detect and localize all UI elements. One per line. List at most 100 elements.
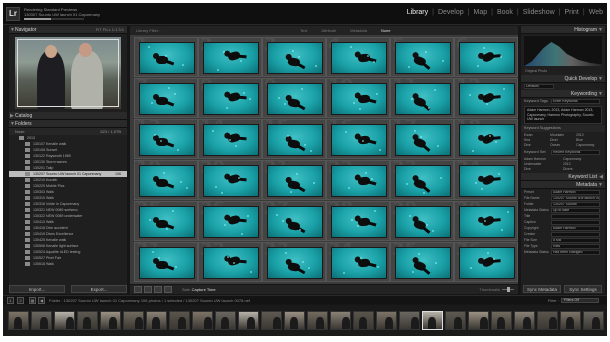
filmstrip-thumbnail[interactable] bbox=[353, 311, 374, 330]
filmstrip-thumbnail[interactable] bbox=[192, 311, 213, 330]
filmstrip-thumbnail[interactable] bbox=[284, 311, 305, 330]
back-arrow-icon[interactable]: ◀ bbox=[38, 297, 45, 304]
photo-thumbnail[interactable] bbox=[267, 165, 323, 197]
grid-cell[interactable]: 2 bbox=[198, 37, 262, 77]
quick-develop-preset[interactable]: Defaults bbox=[524, 84, 554, 89]
filmstrip-thumbnail[interactable] bbox=[560, 311, 581, 330]
filmstrip-thumbnail[interactable] bbox=[468, 311, 489, 330]
keywords-textarea[interactable]: Adam Harmon, 2013, Adam Harmon 2013, Cap… bbox=[524, 106, 602, 124]
folder-item[interactable]: 130618 Walk bbox=[9, 261, 127, 267]
photo-thumbnail[interactable] bbox=[139, 83, 195, 115]
photo-thumbnail[interactable] bbox=[139, 42, 195, 74]
grid-cell[interactable]: 15 bbox=[262, 119, 326, 159]
grid-cell[interactable]: 3 bbox=[262, 37, 326, 77]
sync-metadata-button[interactable]: Sync Metadata bbox=[523, 285, 561, 293]
metadata-value[interactable]: Adam Harmon bbox=[551, 225, 600, 231]
filmstrip-thumbnail[interactable] bbox=[445, 311, 466, 330]
grid-cell[interactable]: 30 bbox=[454, 201, 518, 241]
filmstrip-thumbnail[interactable] bbox=[422, 311, 443, 330]
photo-thumbnail[interactable] bbox=[331, 42, 387, 74]
photo-thumbnail[interactable] bbox=[395, 165, 451, 197]
filter-tab-attribute[interactable]: Attribute bbox=[321, 28, 336, 33]
photo-thumbnail[interactable] bbox=[267, 247, 323, 279]
grid-cell[interactable]: 19 bbox=[134, 160, 198, 200]
photo-thumbnail[interactable] bbox=[139, 124, 195, 156]
loupe-view-icon[interactable] bbox=[144, 286, 152, 293]
filmstrip-filter-select[interactable]: Filters Off bbox=[561, 298, 599, 303]
keyword-suggestion[interactable]: Ocean bbox=[550, 143, 576, 148]
grid-cell[interactable]: 26 bbox=[198, 201, 262, 241]
module-book[interactable]: Book bbox=[497, 9, 513, 16]
keyword-set-item[interactable]: Divers bbox=[563, 167, 602, 172]
filmstrip-thumbnail[interactable] bbox=[8, 311, 29, 330]
metadata-header[interactable]: Metadata ▼ bbox=[521, 181, 605, 189]
keyword-set-select[interactable]: Recent Keywords bbox=[551, 150, 600, 155]
photo-thumbnail[interactable] bbox=[139, 165, 195, 197]
photo-thumbnail[interactable] bbox=[459, 124, 515, 156]
photo-thumbnail[interactable] bbox=[203, 165, 259, 197]
thumbnail-size-knob[interactable] bbox=[507, 287, 511, 292]
photo-thumbnail[interactable] bbox=[331, 247, 387, 279]
grid-cell[interactable]: 7 bbox=[134, 78, 198, 118]
catalog-header[interactable]: ▶ Catalog bbox=[9, 112, 127, 120]
export-button[interactable]: Export... bbox=[71, 285, 127, 293]
sync-settings-button[interactable]: Sync Settings bbox=[564, 285, 602, 293]
photo-thumbnail[interactable] bbox=[395, 124, 451, 156]
keyword-suggestion[interactable]: Dive bbox=[524, 143, 550, 148]
metadata-value[interactable]: Has been changed bbox=[551, 249, 600, 255]
grid-cell[interactable]: 36 bbox=[454, 242, 518, 282]
keywording-header[interactable]: Keywording ▼ bbox=[521, 90, 605, 98]
photo-thumbnail[interactable] bbox=[459, 165, 515, 197]
filmstrip-thumbnail[interactable] bbox=[123, 311, 144, 330]
filmstrip-thumbnail[interactable] bbox=[215, 311, 236, 330]
module-map[interactable]: Map bbox=[473, 9, 487, 16]
histogram-header[interactable]: Histogram ▼ bbox=[521, 26, 605, 34]
grid-cell[interactable]: 12 bbox=[454, 78, 518, 118]
filmstrip-thumbnail[interactable] bbox=[399, 311, 420, 330]
module-slideshow[interactable]: Slideshow bbox=[523, 9, 555, 16]
grid-cell[interactable]: 16 bbox=[326, 119, 390, 159]
keyword-suggestion[interactable]: Caponmany bbox=[576, 143, 602, 148]
filmstrip-thumbnail[interactable] bbox=[169, 311, 190, 330]
grid-cell[interactable]: 35 bbox=[390, 242, 454, 282]
photo-thumbnail[interactable] bbox=[331, 83, 387, 115]
folders-header[interactable]: ▼ Folders bbox=[9, 120, 127, 128]
keyword-suggestions-header[interactable]: Keyword Suggestions bbox=[521, 125, 605, 132]
quick-develop-header[interactable]: Quick Develop ▼ bbox=[521, 75, 605, 83]
grid-cell[interactable]: 34 bbox=[326, 242, 390, 282]
module-print[interactable]: Print bbox=[564, 9, 578, 16]
volume-row[interactable]: Node 523 / 1,5TB bbox=[9, 128, 127, 135]
navigator-header[interactable]: ▼ Navigator FIT FILL 1:1 3:1 bbox=[9, 26, 127, 34]
grid-cell[interactable]: 17 bbox=[390, 119, 454, 159]
sort-control[interactable]: Sort: Capture Time bbox=[182, 286, 216, 293]
grid-cell[interactable]: 25 bbox=[134, 201, 198, 241]
grid-cell[interactable]: 31 bbox=[134, 242, 198, 282]
filmstrip-thumbnail[interactable] bbox=[261, 311, 282, 330]
navigator-zoom-options[interactable]: FIT FILL 1:1 3:1 bbox=[96, 26, 124, 34]
photo-thumbnail[interactable] bbox=[203, 124, 259, 156]
filmstrip-thumbnail[interactable] bbox=[583, 311, 604, 330]
keyword-list-header[interactable]: Keyword List ◀ bbox=[521, 173, 605, 181]
grid-cell[interactable]: 22 bbox=[326, 160, 390, 200]
grid-cell[interactable]: 23 bbox=[390, 160, 454, 200]
photo-thumbnail[interactable] bbox=[459, 42, 515, 74]
compare-view-icon[interactable] bbox=[154, 286, 162, 293]
grid-cell[interactable]: 5 bbox=[390, 37, 454, 77]
metadata-value[interactable]: 8 MB bbox=[551, 237, 600, 243]
filmstrip-thumbnail[interactable] bbox=[376, 311, 397, 330]
filter-tab-metadata[interactable]: Metadata bbox=[350, 28, 367, 33]
filmstrip-thumbnail[interactable] bbox=[238, 311, 259, 330]
keyword-tags-select[interactable]: Enter Keywords bbox=[551, 99, 600, 104]
metadata-value[interactable]: 130207 Suunto bbox=[551, 201, 600, 207]
photo-thumbnail[interactable] bbox=[139, 247, 195, 279]
photo-thumbnail[interactable] bbox=[459, 83, 515, 115]
photo-thumbnail[interactable] bbox=[267, 83, 323, 115]
photo-thumbnail[interactable] bbox=[331, 165, 387, 197]
photo-thumbnail[interactable] bbox=[203, 247, 259, 279]
grid-cell[interactable]: 24 bbox=[454, 160, 518, 200]
grid-cell[interactable]: 28 bbox=[326, 201, 390, 241]
filmstrip-thumbnail[interactable] bbox=[54, 311, 75, 330]
photo-thumbnail[interactable] bbox=[203, 42, 259, 74]
metadata-value[interactable]: Adam Harmon bbox=[551, 189, 600, 195]
grid-cell[interactable]: 1 bbox=[134, 37, 198, 77]
